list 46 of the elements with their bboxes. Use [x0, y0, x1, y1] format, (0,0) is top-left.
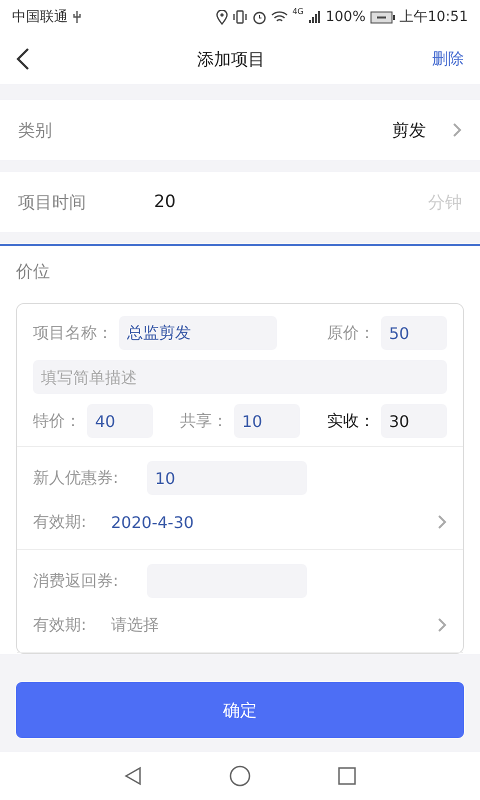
- coupon-label: 新人优惠券:: [33, 468, 120, 488]
- field-label: 共享：: [180, 410, 228, 432]
- usb-icon: [72, 10, 82, 24]
- recents-nav-icon[interactable]: [337, 766, 357, 786]
- category-row[interactable]: 类别 剪发: [0, 100, 480, 160]
- price-input[interactable]: 30: [381, 404, 447, 438]
- coupon-label: 消费返回券:: [33, 570, 120, 592]
- delete-button[interactable]: 删除: [432, 48, 464, 70]
- coupon-input[interactable]: 10: [147, 461, 307, 495]
- confirm-button[interactable]: 确定: [16, 682, 464, 738]
- chevron-icon: [452, 122, 462, 138]
- chevron-icon: [437, 617, 447, 633]
- carrier-text: 中国联通: [12, 8, 68, 26]
- alarm-icon: [252, 10, 268, 24]
- chevron-icon: [437, 514, 447, 530]
- price-input[interactable]: 40: [87, 404, 153, 438]
- vibrate-icon: [232, 10, 248, 24]
- field-label: 原价：: [327, 322, 375, 344]
- price-input[interactable]: 50: [381, 316, 447, 350]
- network-text: 4G: [292, 7, 304, 16]
- field-label: 项目名称：: [33, 322, 113, 344]
- battery-icon: [370, 10, 396, 24]
- description-input[interactable]: 填写简单描述: [33, 360, 447, 394]
- expiry-row[interactable]: 有效期: 2020-4-30: [33, 507, 447, 537]
- location-icon: [216, 10, 228, 24]
- home-nav-icon[interactable]: [229, 765, 251, 787]
- back-nav-icon[interactable]: [123, 766, 143, 786]
- expiry-label: 有效期:: [33, 512, 88, 532]
- name-input[interactable]: 总监剪发: [119, 316, 277, 350]
- category-label: 类别: [18, 120, 52, 142]
- field-label: 实收：: [327, 410, 375, 432]
- duration-label: 项目时间: [18, 192, 87, 214]
- expiry-label: 有效期:: [33, 614, 88, 636]
- field-label: 特价：: [33, 410, 81, 432]
- wifi-icon: [271, 10, 288, 24]
- price-input[interactable]: 10: [234, 404, 300, 438]
- clock-text: 上午10:51: [400, 8, 468, 26]
- back-button[interactable]: [16, 47, 30, 71]
- battery-percent: 100%: [326, 9, 366, 25]
- page-title: 添加项目: [196, 48, 266, 70]
- duration-value: 20: [154, 192, 176, 212]
- signal-icon: [308, 10, 322, 24]
- expiry-placeholder: 请选择: [111, 614, 159, 636]
- section-title: 价位: [16, 262, 50, 282]
- category-value: 剪发: [392, 120, 426, 142]
- expiry-date: 2020-4-30: [111, 512, 194, 532]
